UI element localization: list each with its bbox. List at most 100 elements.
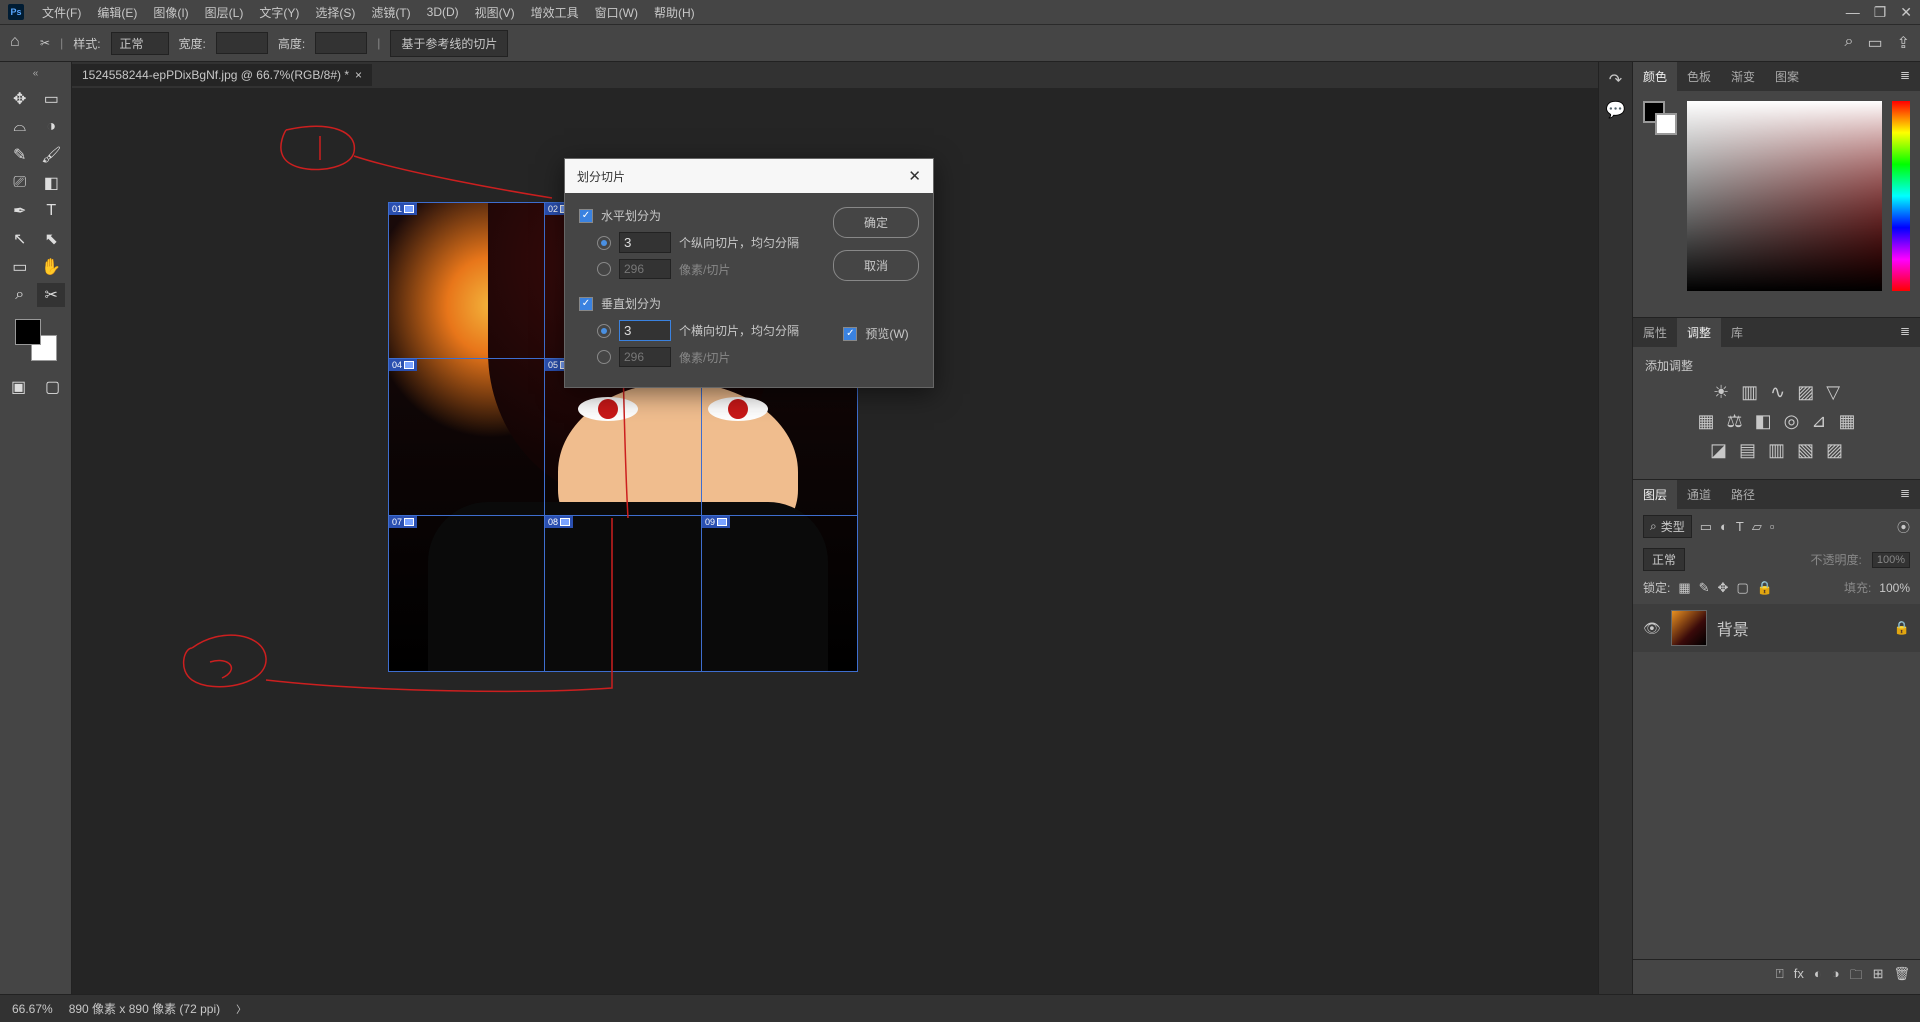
adj-threshold-icon[interactable]: ▥ xyxy=(1768,440,1785,461)
adj-exposure-icon[interactable]: ▨ xyxy=(1797,382,1814,403)
menu-plugins[interactable]: 增效工具 xyxy=(523,4,587,21)
layer-mask-icon[interactable]: ◐ xyxy=(1814,966,1822,988)
adj-photo-filter-icon[interactable]: ◎ xyxy=(1784,411,1800,432)
v-count-input[interactable] xyxy=(619,320,671,341)
new-layer-icon[interactable]: ⊞ xyxy=(1873,966,1884,988)
adj-levels-icon[interactable]: ▥ xyxy=(1741,382,1758,403)
menu-layer[interactable]: 图层(L) xyxy=(197,4,252,21)
lock-brush-icon[interactable]: ✎ xyxy=(1699,580,1710,596)
adj-mixer-icon[interactable]: ⊿ xyxy=(1811,411,1826,432)
slice-tool[interactable]: ✂ xyxy=(37,283,65,307)
lock-move-icon[interactable]: ✥ xyxy=(1718,580,1729,596)
v-px-radio[interactable] xyxy=(597,350,611,364)
blend-mode-dropdown[interactable]: 正常 xyxy=(1643,548,1685,571)
tab-gradients[interactable]: 渐变 xyxy=(1721,62,1765,91)
history-icon[interactable]: ↷ xyxy=(1609,70,1622,90)
menu-3d[interactable]: 3D(D) xyxy=(419,5,467,19)
adj-curves-icon[interactable]: ∿ xyxy=(1770,382,1785,403)
tab-properties[interactable]: 属性 xyxy=(1633,318,1677,347)
ok-button[interactable]: 确定 xyxy=(833,207,919,238)
menu-select[interactable]: 选择(S) xyxy=(307,4,363,21)
window-minimize-icon[interactable]: — xyxy=(1846,4,1860,21)
tab-layers[interactable]: 图层 xyxy=(1633,480,1677,509)
menu-image[interactable]: 图像(I) xyxy=(145,4,196,21)
workspace-icon[interactable]: ▭ xyxy=(1867,33,1882,53)
stamp-tool[interactable]: ⎚ xyxy=(6,171,34,195)
cancel-button[interactable]: 取消 xyxy=(833,250,919,281)
v-px-input[interactable]: 296 xyxy=(619,347,671,367)
document-tab[interactable]: 1524558244-epPDixBgNf.jpg @ 66.7%(RGB/8#… xyxy=(72,64,372,86)
filter-image-icon[interactable]: ▭ xyxy=(1700,519,1712,535)
layer-kind-filter[interactable]: ⌕ 类型 xyxy=(1643,515,1692,538)
filter-shape-icon[interactable]: ▱ xyxy=(1752,519,1762,535)
move-tool[interactable]: ✥ xyxy=(6,87,34,111)
tab-paths[interactable]: 路径 xyxy=(1721,480,1765,509)
layer-fx-icon[interactable]: fx xyxy=(1794,966,1804,988)
filter-type-icon[interactable]: T xyxy=(1736,519,1744,534)
hue-slider[interactable] xyxy=(1892,101,1910,291)
lock-pixels-icon[interactable]: ▦ xyxy=(1678,580,1690,596)
layer-visibility-icon[interactable]: 👁 xyxy=(1643,620,1661,637)
menu-file[interactable]: 文件(F) xyxy=(34,4,89,21)
v-count-radio[interactable] xyxy=(597,324,611,338)
lock-all-icon[interactable]: 🔒 xyxy=(1757,580,1773,596)
h-px-input[interactable]: 296 xyxy=(619,259,671,279)
menu-type[interactable]: 文字(Y) xyxy=(251,4,307,21)
menu-edit[interactable]: 编辑(E) xyxy=(89,4,145,21)
search-icon[interactable]: ⌕ xyxy=(1845,33,1854,53)
menu-filter[interactable]: 滤镜(T) xyxy=(363,4,418,21)
menu-help[interactable]: 帮助(H) xyxy=(646,4,703,21)
share-icon[interactable]: ⇪ xyxy=(1897,33,1910,53)
tab-adjustments[interactable]: 调整 xyxy=(1677,318,1721,347)
adj-brightness-icon[interactable]: ☀ xyxy=(1713,382,1729,403)
vertical-divide-checkbox[interactable]: ✓ xyxy=(579,297,593,311)
filter-toggle-icon[interactable]: ⦿ xyxy=(1897,517,1910,536)
marquee-tool[interactable]: ▭ xyxy=(37,87,65,111)
type-tool[interactable]: T xyxy=(37,199,65,223)
lock-artboard-icon[interactable]: ▢ xyxy=(1736,580,1748,596)
width-field[interactable] xyxy=(216,32,268,54)
filter-adjust-icon[interactable]: ◐ xyxy=(1720,519,1728,534)
tab-close-icon[interactable]: × xyxy=(355,68,362,82)
new-adjust-layer-icon[interactable]: ◑ xyxy=(1832,966,1840,988)
zoom-level[interactable]: 66.67% xyxy=(12,1002,53,1016)
adj-vibrance-icon[interactable]: ▽ xyxy=(1826,382,1840,403)
h-px-radio[interactable] xyxy=(597,262,611,276)
h-count-input[interactable] xyxy=(619,232,671,253)
adj-lut-icon[interactable]: ▦ xyxy=(1838,411,1855,432)
foreground-background-swatch[interactable] xyxy=(15,319,57,361)
color-swatch[interactable] xyxy=(1643,101,1677,135)
adj-hue-icon[interactable]: ▦ xyxy=(1698,411,1715,432)
adj-posterize-icon[interactable]: ▤ xyxy=(1739,440,1756,461)
adj-selective-icon[interactable]: ▨ xyxy=(1826,440,1843,461)
delete-layer-icon[interactable]: 🗑 xyxy=(1893,966,1910,988)
menu-view[interactable]: 视图(V) xyxy=(467,4,523,21)
panel-menu-icon[interactable]: ≣ xyxy=(1890,62,1920,91)
new-group-icon[interactable]: 🗀 xyxy=(1850,966,1863,988)
preview-checkbox[interactable]: ✓ xyxy=(843,327,857,341)
window-close-icon[interactable]: ✕ xyxy=(1900,4,1912,21)
quick-select-tool[interactable]: ◑ xyxy=(37,115,65,139)
fill-value[interactable]: 100% xyxy=(1879,581,1910,595)
layer-lock-icon[interactable]: 🔒 xyxy=(1894,620,1910,636)
horizontal-divide-checkbox[interactable]: ✓ xyxy=(579,209,593,223)
dialog-close-icon[interactable]: ✕ xyxy=(908,167,921,185)
layer-row[interactable]: 👁 背景 🔒 xyxy=(1633,604,1920,652)
lasso-tool[interactable]: ⌓ xyxy=(6,115,34,139)
tab-channels[interactable]: 通道 xyxy=(1677,480,1721,509)
direct-select-tool[interactable]: ⬉ xyxy=(37,227,65,251)
pen-tool[interactable]: ✒ xyxy=(6,199,34,223)
adj-invert-icon[interactable]: ◪ xyxy=(1710,440,1727,461)
zoom-tool[interactable]: ⌕ xyxy=(6,283,34,307)
tab-patterns[interactable]: 图案 xyxy=(1765,62,1809,91)
eyedropper-tool[interactable]: ✎ xyxy=(6,143,34,167)
home-icon[interactable]: ⌂ xyxy=(10,33,30,53)
hand-tool[interactable]: ✋ xyxy=(37,255,65,279)
slice-from-guides-button[interactable]: 基于参考线的切片 xyxy=(390,30,508,57)
comments-icon[interactable]: 💬 xyxy=(1606,100,1626,120)
h-count-radio[interactable] xyxy=(597,236,611,250)
slice-tool-icon[interactable]: ✂ xyxy=(40,36,50,50)
window-maximize-icon[interactable]: ❐ xyxy=(1874,4,1887,21)
panel-menu-icon[interactable]: ≣ xyxy=(1890,480,1920,509)
screenmode-icon[interactable]: ▢ xyxy=(39,375,67,399)
